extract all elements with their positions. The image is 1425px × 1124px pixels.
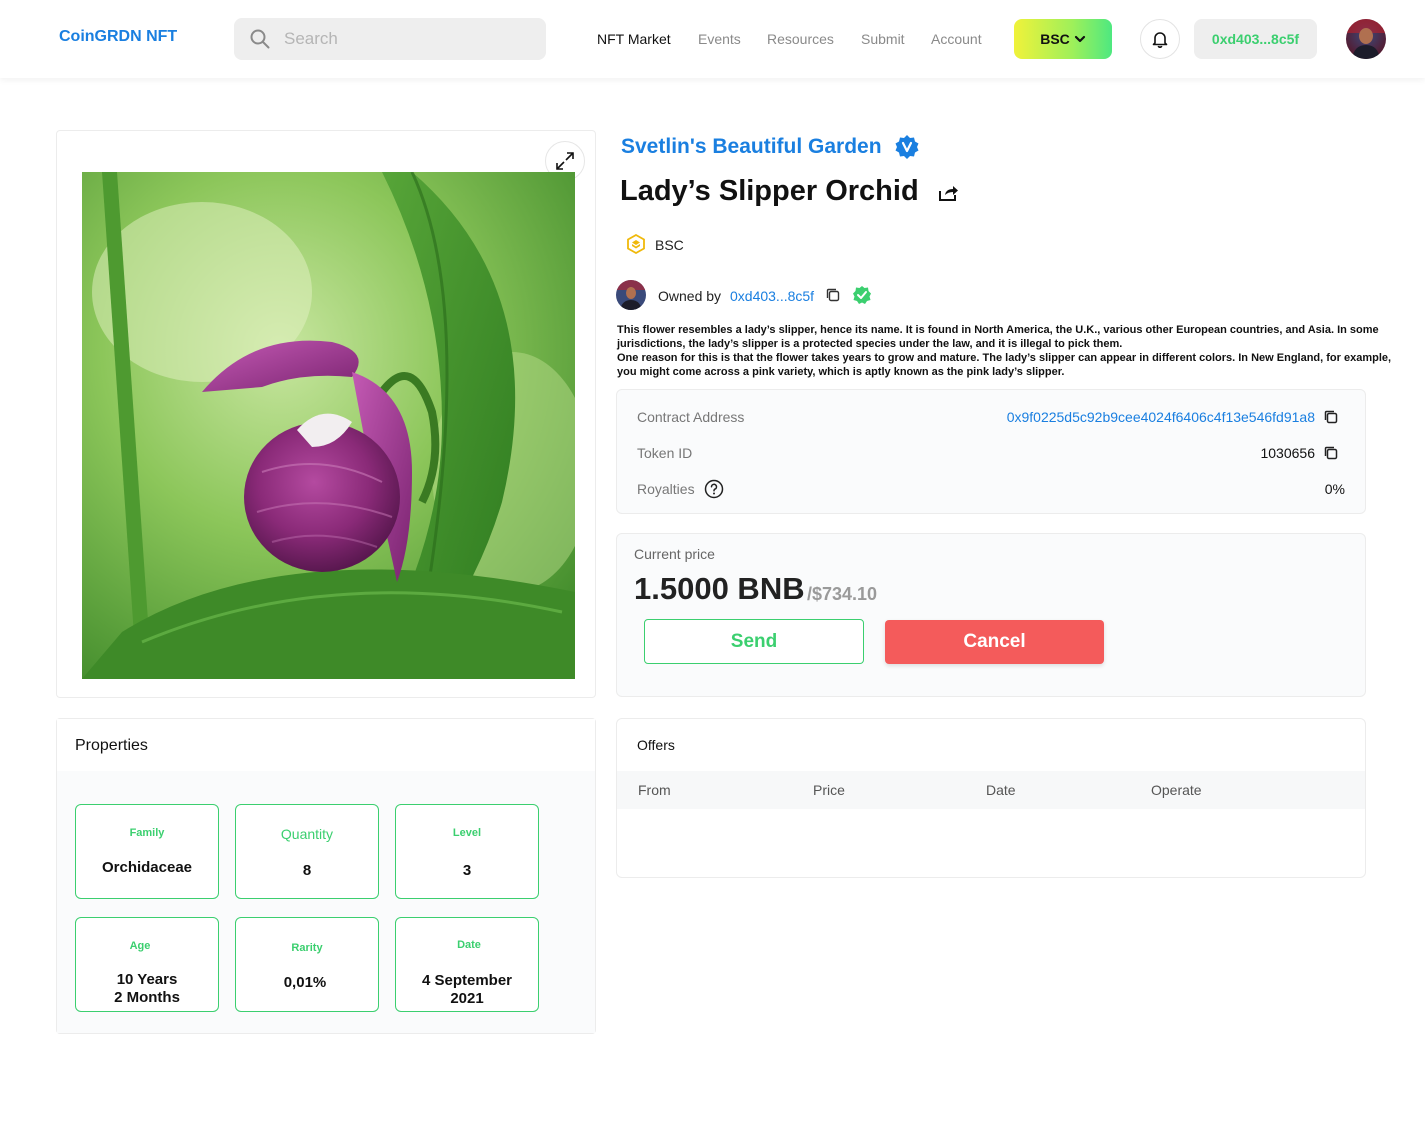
cancel-button[interactable]: Cancel	[885, 620, 1104, 664]
properties-card: Properties Family Orchidaceae Quantity 8…	[56, 718, 596, 1034]
property-value: 3	[462, 862, 472, 879]
user-avatar[interactable]	[1346, 19, 1386, 59]
properties-title: Properties	[75, 737, 148, 754]
owner-address-link[interactable]: 0xd403...8c5f	[730, 288, 814, 304]
nav-item-resources[interactable]: Resources	[767, 31, 834, 47]
token-id-value: 1030656	[1260, 445, 1315, 461]
property-value: 4 September 2021	[421, 972, 513, 1007]
owner-label: Owned by	[658, 288, 722, 304]
nav-item-events[interactable]: Events	[698, 31, 741, 47]
chain-select-label: BSC	[1040, 31, 1070, 47]
nav-item-account[interactable]: Account	[931, 31, 982, 47]
search-icon	[250, 29, 270, 49]
property-name: Quantity	[280, 826, 334, 842]
expand-icon	[556, 152, 574, 170]
property-tile: Quantity 8	[235, 804, 379, 899]
price-card: Current price 1.5000 BNB /$734.10 Send C…	[616, 533, 1366, 697]
notifications-button[interactable]	[1140, 19, 1180, 59]
property-tile: Date 4 September 2021	[395, 917, 539, 1012]
chain-select-button[interactable]: BSC	[1014, 19, 1112, 59]
contract-address-value[interactable]: 0x9f0225d5c92b9cee4024f6406c4f13e546fd91…	[1007, 409, 1315, 425]
contract-address-label: Contract Address	[637, 409, 745, 425]
property-tile: Family Orchidaceae	[75, 804, 219, 899]
property-value: Orchidaceae	[101, 859, 193, 876]
site-logo[interactable]: CoinGRDN NFT	[59, 28, 177, 46]
nav-item-submit[interactable]: Submit	[861, 31, 905, 47]
bell-icon	[1152, 32, 1168, 48]
property-tile: Rarity 0,01%	[235, 917, 379, 1012]
send-button[interactable]: Send	[644, 619, 864, 664]
column-header-date: Date	[986, 782, 1016, 798]
column-header-price: Price	[813, 782, 845, 798]
properties-grid: Family Orchidaceae Quantity 8 Level 3 Ag…	[57, 771, 595, 1033]
copy-icon[interactable]	[1323, 409, 1339, 425]
help-icon[interactable]	[704, 479, 724, 499]
property-value: 0,01%	[283, 974, 327, 991]
share-icon[interactable]	[937, 183, 959, 203]
property-name: Family	[129, 827, 165, 839]
property-tile: Age 10 Years 2 Months	[75, 917, 219, 1012]
token-id-label: Token ID	[637, 445, 693, 461]
chevron-down-icon	[1074, 35, 1085, 43]
copy-icon[interactable]	[825, 287, 841, 303]
offers-card: Offers From Price Date Operate	[616, 718, 1366, 878]
price-usd-value: /$734.10	[807, 584, 878, 604]
property-name: Age	[129, 940, 151, 952]
top-navigation-bar: CoinGRDN NFT NFT Market Events Resources…	[0, 0, 1425, 78]
offers-table-header: From Price Date Operate	[617, 771, 1365, 809]
nav-item-nft-market[interactable]: NFT Market	[597, 31, 671, 47]
property-tile: Level 3	[395, 804, 539, 899]
property-name: Date	[457, 939, 481, 951]
bnb-chain-icon	[627, 234, 645, 254]
column-header-operate: Operate	[1151, 782, 1202, 798]
nft-description: This flower resembles a lady’s slipper, …	[617, 323, 1407, 379]
description-paragraph: One reason for this is that the flower t…	[617, 352, 1392, 378]
royalties-value: 0%	[1324, 481, 1345, 497]
wallet-address-button[interactable]: 0xd403...8c5f	[1194, 19, 1317, 59]
column-header-from: From	[638, 782, 671, 798]
offers-title: Offers	[637, 737, 675, 753]
owner-avatar[interactable]	[616, 280, 646, 310]
current-price-value: 1.5000 BNB	[634, 571, 805, 606]
search-input[interactable]	[284, 18, 534, 60]
check-circle-icon	[853, 286, 871, 304]
properties-header: Properties	[57, 719, 595, 771]
property-name: Rarity	[291, 942, 323, 954]
contract-details-card: Contract Address 0x9f0225d5c92b9cee4024f…	[616, 389, 1366, 514]
verified-badge-icon	[895, 135, 919, 159]
property-value: 8	[302, 862, 312, 879]
current-price-label: Current price	[634, 546, 715, 562]
nft-title: Lady’s Slipper Orchid	[620, 175, 919, 207]
property-name: Level	[452, 827, 482, 839]
description-paragraph: This flower resembles a lady’s slipper, …	[617, 324, 1379, 350]
nft-image-card	[56, 130, 596, 698]
royalties-label: Royalties	[637, 481, 695, 497]
property-value: 10 Years 2 Months	[114, 971, 180, 1006]
search-box[interactable]	[234, 18, 546, 60]
copy-icon[interactable]	[1323, 445, 1339, 461]
collection-name-link[interactable]: Svetlin's Beautiful Garden	[621, 135, 882, 159]
nft-image[interactable]	[82, 172, 575, 679]
chain-label: BSC	[655, 237, 684, 253]
